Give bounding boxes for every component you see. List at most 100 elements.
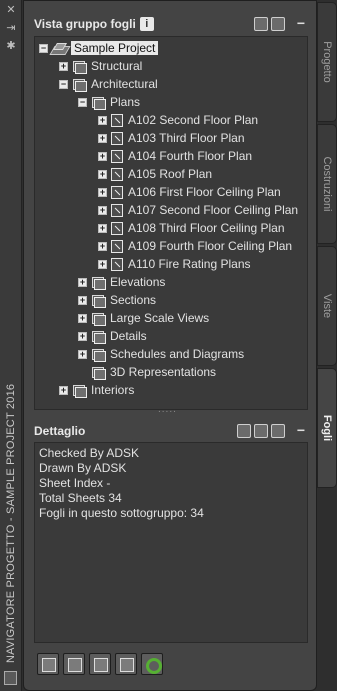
tree-label: A106 First Floor Ceiling Plan xyxy=(128,185,281,199)
autohide-icon[interactable]: ⇥ xyxy=(4,22,18,34)
tree-label: A104 Fourth Floor Plan xyxy=(128,149,253,163)
tab-progetto[interactable]: Progetto xyxy=(317,2,337,122)
tree-node-sheet[interactable]: + A102 Second Floor Plan xyxy=(98,111,258,129)
tree-node-elevations[interactable]: + Elevations xyxy=(78,273,165,291)
expand-icon[interactable]: + xyxy=(98,205,107,215)
tree-label: A109 Fourth Floor Ceiling Plan xyxy=(128,239,293,253)
expand-icon[interactable]: + xyxy=(78,313,87,323)
subset-icon xyxy=(72,384,87,398)
sheet-set-header: Vista gruppo fogli i − xyxy=(34,13,308,35)
palette-menu-icon[interactable] xyxy=(4,671,17,685)
bottom-toolbar xyxy=(37,653,163,675)
tab-fogli[interactable]: Fogli xyxy=(317,368,337,488)
detail-view-icon[interactable] xyxy=(237,424,251,438)
tree-node-plans[interactable]: − Plans xyxy=(78,93,140,111)
tree-node-3d-representations[interactable]: 3D Representations xyxy=(91,363,216,381)
tab-costruzioni[interactable]: Costruzioni xyxy=(317,124,337,244)
preview-icon[interactable] xyxy=(254,424,268,438)
tree-node-sheet[interactable]: + A106 First Floor Ceiling Plan xyxy=(98,183,281,201)
tree-label: A103 Third Floor Plan xyxy=(128,131,245,145)
sheet-icon xyxy=(111,185,123,199)
tree-node-schedules[interactable]: + Schedules and Diagrams xyxy=(78,345,244,363)
detail-line: Total Sheets 34 xyxy=(39,491,122,505)
sheet-icon xyxy=(111,239,123,253)
tree-node-sheet[interactable]: + A107 Second Floor Ceiling Plan xyxy=(98,201,298,219)
tree-node-structural[interactable]: + Structural xyxy=(59,57,142,75)
new-sheet-icon[interactable] xyxy=(271,17,285,31)
expand-icon[interactable]: + xyxy=(78,349,87,359)
sheet-icon xyxy=(111,149,123,163)
tree-node-sheet[interactable]: + A108 Third Floor Ceiling Plan xyxy=(98,219,285,237)
sheet-properties-icon[interactable] xyxy=(63,653,85,675)
tab-viste[interactable]: Viste xyxy=(317,246,337,366)
tree-node-sheet[interactable]: + A103 Third Floor Plan xyxy=(98,129,245,147)
tree-node-sheet[interactable]: + A104 Fourth Floor Plan xyxy=(98,147,252,165)
panel-splitter[interactable] xyxy=(34,404,308,419)
sheet-icon xyxy=(111,221,123,235)
sheet-set-title: Vista gruppo fogli xyxy=(34,17,136,31)
subset-icon xyxy=(72,60,87,74)
detail-line: Sheet Index - xyxy=(39,476,111,490)
expand-icon[interactable]: + xyxy=(78,331,87,341)
expand-icon[interactable]: + xyxy=(78,295,87,305)
collapse-icon[interactable]: − xyxy=(78,97,87,107)
subset-icon xyxy=(91,330,106,344)
expand-icon[interactable]: + xyxy=(98,223,107,233)
tree-node-architectural[interactable]: − Architectural xyxy=(59,75,158,93)
collapse-icon[interactable]: − xyxy=(39,43,48,53)
refresh-icon[interactable] xyxy=(141,653,163,675)
subset-icon xyxy=(72,78,87,92)
sheet-list-icon[interactable] xyxy=(115,653,137,675)
expand-icon[interactable]: + xyxy=(98,187,107,197)
expand-icon[interactable]: + xyxy=(98,259,107,269)
tree-node-root[interactable]: − Sample Project xyxy=(39,39,159,57)
project-icon xyxy=(52,42,66,55)
close-icon[interactable]: ✕ xyxy=(4,4,18,16)
collapse-icon[interactable]: − xyxy=(59,79,68,89)
tree-label: Schedules and Diagrams xyxy=(110,347,245,361)
tab-strip: Progetto Costruzioni Viste Fogli xyxy=(317,0,337,691)
expand-icon[interactable]: + xyxy=(98,115,107,125)
tree-label: 3D Representations xyxy=(110,365,217,379)
detail-line: Checked By ADSK xyxy=(39,446,140,460)
project-browser-icon[interactable] xyxy=(37,653,59,675)
collapse-panel-icon[interactable]: − xyxy=(294,423,308,438)
sheet-set-view-icon[interactable] xyxy=(254,17,268,31)
tree-node-sheet[interactable]: + A105 Roof Plan xyxy=(98,165,212,183)
palette-body: Vista gruppo fogli i − − Sample Project … xyxy=(23,0,317,691)
expand-icon[interactable]: + xyxy=(98,241,107,251)
detail-header: Dettaglio − xyxy=(34,420,308,442)
properties-gear-icon[interactable]: ✱ xyxy=(4,40,18,52)
tree-label: A107 Second Floor Ceiling Plan xyxy=(128,203,299,217)
subset-icon xyxy=(91,96,106,110)
tree-node-details[interactable]: + Details xyxy=(78,327,147,345)
expand-icon[interactable]: + xyxy=(98,151,107,161)
subset-icon xyxy=(91,276,106,290)
info-icon[interactable]: i xyxy=(139,17,154,31)
palette-title: NAVIGATORE PROGETTO - SAMPLE PROJECT 201… xyxy=(5,383,17,663)
detail-line: Fogli in questo sottogruppo: 34 xyxy=(39,506,204,520)
expand-icon[interactable]: + xyxy=(98,133,107,143)
expand-icon[interactable]: + xyxy=(59,385,68,395)
tree-node-sheet[interactable]: + A109 Fourth Floor Ceiling Plan xyxy=(98,237,292,255)
subset-icon xyxy=(91,366,106,380)
expand-icon[interactable]: + xyxy=(78,277,87,287)
tree-label: Elevations xyxy=(110,275,166,289)
project-navigator-window: ✕ ⇥ ✱ NAVIGATORE PROGETTO - SAMPLE PROJE… xyxy=(0,0,337,691)
tree-node-sheet[interactable]: + A110 Fire Rating Plans xyxy=(98,255,251,273)
tree-label: Sample Project xyxy=(71,41,159,55)
sheet-icon xyxy=(111,257,123,271)
sheet-icon xyxy=(111,167,123,181)
detail-settings-icon[interactable] xyxy=(271,424,285,438)
tree-label: Architectural xyxy=(91,77,158,91)
tree-node-large-scale-views[interactable]: + Large Scale Views xyxy=(78,309,209,327)
tree-node-sections[interactable]: + Sections xyxy=(78,291,156,309)
expand-icon[interactable]: + xyxy=(59,61,68,71)
detail-title: Dettaglio xyxy=(34,424,86,438)
expand-icon[interactable]: + xyxy=(98,169,107,179)
collapse-panel-icon[interactable]: − xyxy=(294,16,308,31)
repath-icon[interactable] xyxy=(89,653,111,675)
sheet-icon xyxy=(111,203,123,217)
tree-label: A105 Roof Plan xyxy=(128,167,213,181)
tree-node-interiors[interactable]: + Interiors xyxy=(59,381,134,399)
